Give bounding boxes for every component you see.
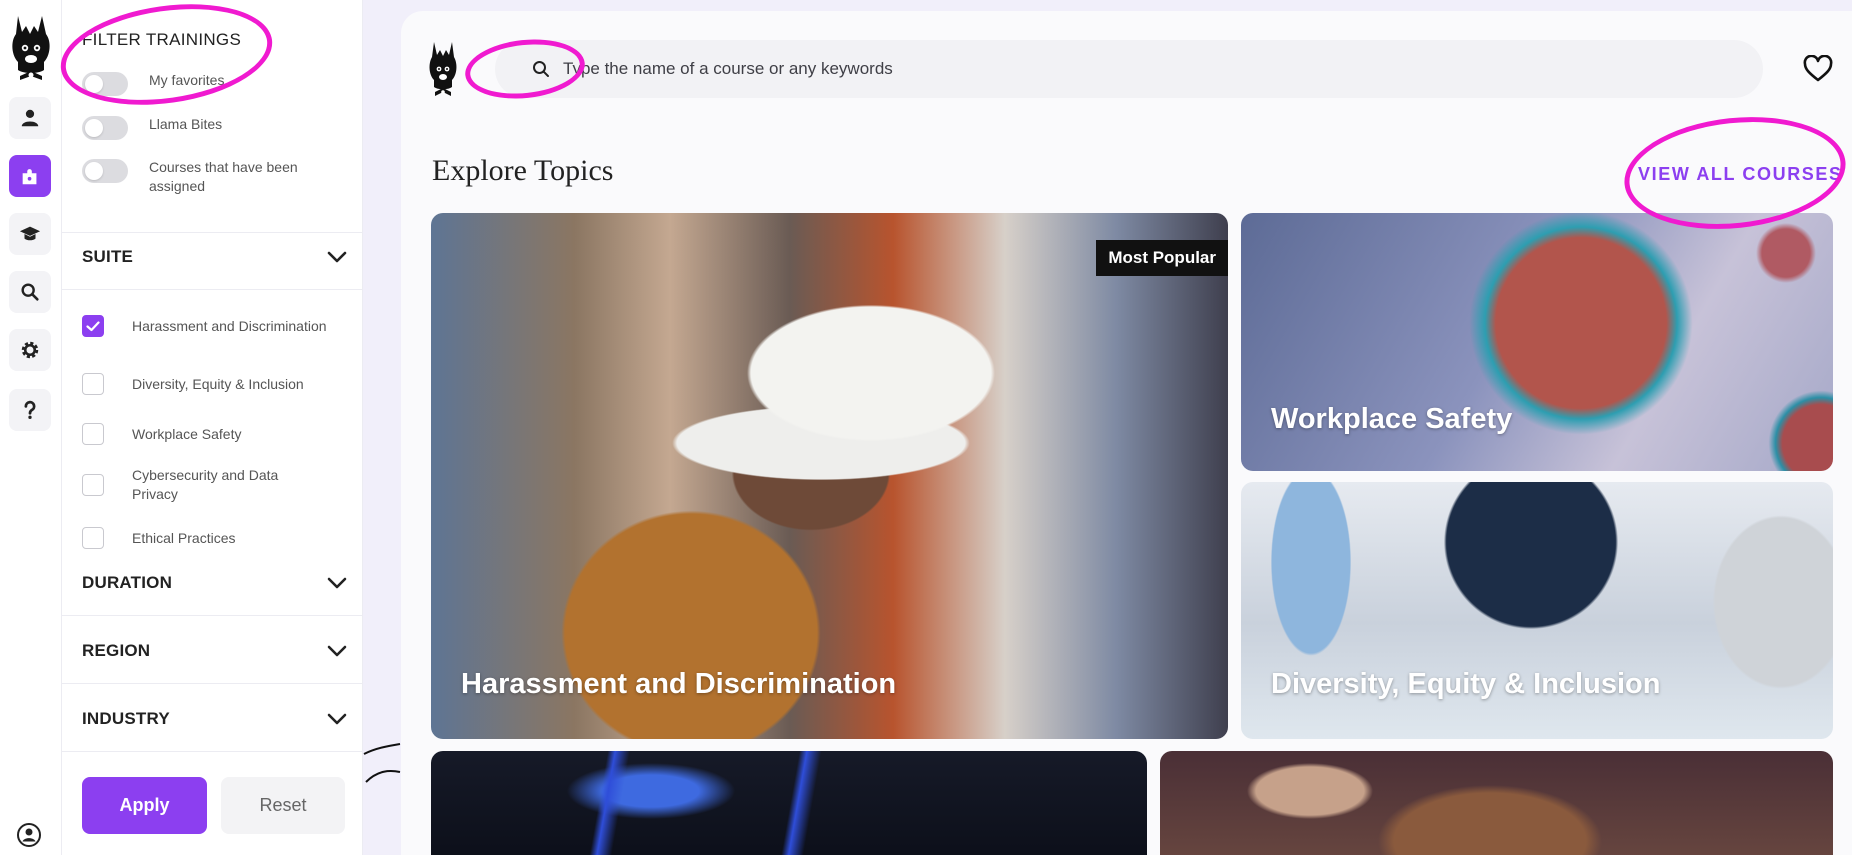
section-title: Explore Topics (432, 154, 614, 187)
rail-settings-button[interactable] (9, 329, 51, 371)
search-icon (21, 283, 39, 301)
scribble-decoration (363, 743, 401, 783)
section-region-header[interactable]: REGION (82, 641, 347, 661)
toggle-assigned-courses[interactable]: Courses that have been assigned (82, 158, 324, 196)
topic-card[interactable] (1160, 751, 1833, 855)
icon-rail (0, 0, 62, 855)
toggle-label: My favorites (149, 72, 225, 88)
check-icon (86, 320, 100, 331)
divider (62, 615, 363, 616)
chevron-down-icon (327, 577, 347, 589)
toggle-label: Courses that have been assigned (149, 159, 298, 194)
topic-card-harassment[interactable]: Most Popular Harassment and Discriminati… (431, 213, 1228, 739)
suite-option-workplace-safety[interactable]: Workplace Safety (82, 423, 327, 445)
divider (62, 289, 363, 290)
topic-card-dei[interactable]: Diversity, Equity & Inclusion (1241, 482, 1833, 739)
chevron-down-icon (327, 251, 347, 263)
suite-option-harassment[interactable]: Harassment and Discrimination (82, 315, 327, 337)
toggle-switch[interactable] (82, 116, 128, 140)
main-content: Explore Topics VIEW ALL COURSES Most Pop… (401, 11, 1852, 855)
checkbox[interactable] (82, 373, 104, 395)
apply-button[interactable]: Apply (82, 777, 207, 834)
topic-card-title: Harassment and Discrimination (461, 668, 897, 700)
section-title: DURATION (82, 573, 173, 592)
rail-profile-button[interactable] (9, 97, 51, 139)
user-icon (21, 109, 39, 127)
filter-panel-title: FILTER TRAININGS (82, 30, 242, 49)
divider (62, 683, 363, 684)
reset-button[interactable]: Reset (221, 777, 345, 834)
question-icon (24, 400, 36, 419)
filter-panel: FILTER TRAININGS My favorites Llama Bite… (62, 0, 363, 855)
section-suite-header[interactable]: SUITE (82, 247, 347, 267)
toggle-switch[interactable] (82, 159, 128, 183)
section-title: SUITE (82, 247, 134, 266)
search-icon[interactable] (531, 59, 551, 79)
checkbox-label: Workplace Safety (132, 425, 242, 442)
puzzle-icon (22, 169, 37, 185)
section-industry-header[interactable]: INDUSTRY (82, 709, 347, 729)
checkbox[interactable] (82, 474, 104, 496)
section-title: REGION (82, 641, 151, 660)
suite-option-cybersecurity[interactable]: Cybersecurity and Data Privacy (82, 466, 327, 504)
suite-option-ethical-practices[interactable]: Ethical Practices (82, 527, 327, 549)
divider (62, 751, 363, 752)
checkbox-label: Cybersecurity and Data Privacy (132, 467, 279, 502)
gear-icon (21, 341, 39, 359)
topic-card-title: Diversity, Equity & Inclusion (1271, 668, 1661, 700)
topic-card[interactable] (431, 751, 1147, 855)
most-popular-badge: Most Popular (1096, 240, 1228, 276)
graduation-cap-icon (19, 226, 41, 241)
checkbox-label: Harassment and Discrimination (132, 317, 327, 334)
topic-card-title: Workplace Safety (1271, 403, 1513, 435)
search-input[interactable] (563, 40, 1713, 98)
checkbox-label: Ethical Practices (132, 529, 236, 546)
toggle-my-favorites[interactable]: My favorites (82, 71, 324, 96)
topic-card-workplace-safety[interactable]: Workplace Safety (1241, 213, 1833, 471)
toggle-label: Llama Bites (149, 116, 223, 132)
checkbox-label: Diversity, Equity & Inclusion (132, 375, 304, 392)
view-all-courses-link[interactable]: VIEW ALL COURSES (1638, 164, 1843, 185)
llama-logo-icon[interactable] (8, 12, 54, 82)
rail-search-button[interactable] (9, 271, 51, 313)
search-bar[interactable] (495, 40, 1763, 98)
toggle-llama-bites[interactable]: Llama Bites (82, 115, 324, 140)
heart-icon[interactable] (1803, 55, 1833, 83)
section-title: INDUSTRY (82, 709, 170, 728)
toggle-switch[interactable] (82, 72, 128, 96)
rail-courses-button[interactable] (9, 213, 51, 255)
section-duration-header[interactable]: DURATION (82, 573, 347, 593)
divider (62, 232, 363, 233)
chevron-down-icon (327, 645, 347, 657)
rail-help-button[interactable] (9, 389, 51, 431)
checkbox-checked[interactable] (82, 315, 104, 337)
rail-trainings-button[interactable] (9, 155, 51, 197)
checkbox[interactable] (82, 527, 104, 549)
suite-option-dei[interactable]: Diversity, Equity & Inclusion (82, 373, 327, 395)
checkbox[interactable] (82, 423, 104, 445)
llama-logo-icon[interactable] (428, 39, 458, 97)
account-circle-icon[interactable] (16, 822, 42, 848)
chevron-down-icon (327, 713, 347, 725)
